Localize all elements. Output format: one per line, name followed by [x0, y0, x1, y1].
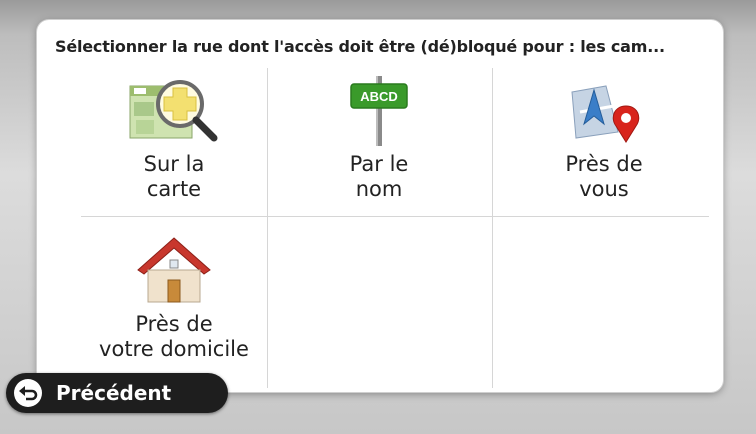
street-sign-icon: ABCD: [329, 72, 429, 146]
option-on-map[interactable]: Sur la carte: [81, 68, 267, 218]
option-label: Près de vous: [565, 152, 643, 201]
grid-divider: [492, 68, 493, 388]
svg-text:ABCD: ABCD: [360, 89, 398, 104]
map-magnifier-icon: [124, 72, 224, 146]
back-arrow-icon: [14, 379, 42, 407]
option-label: Près de votre domicile: [99, 312, 249, 361]
back-button[interactable]: Précédent: [6, 373, 228, 413]
option-near-you[interactable]: Près de vous: [511, 68, 697, 218]
options-grid: Sur la carte ABCD Par le nom Près de vou…: [81, 68, 709, 388]
grid-divider: [267, 68, 268, 388]
dialog-title: Sélectionner la rue dont l'accès doit êt…: [55, 37, 665, 56]
option-label: Par le nom: [349, 152, 409, 201]
selection-dialog: Sélectionner la rue dont l'accès doit êt…: [37, 20, 723, 392]
back-button-label: Précédent: [56, 381, 172, 405]
option-by-name[interactable]: ABCD Par le nom: [286, 68, 472, 218]
location-pin-icon: [554, 72, 654, 146]
option-label: Sur la carte: [143, 152, 205, 201]
home-icon: [124, 232, 224, 306]
option-near-home[interactable]: Près de votre domicile: [81, 228, 267, 378]
